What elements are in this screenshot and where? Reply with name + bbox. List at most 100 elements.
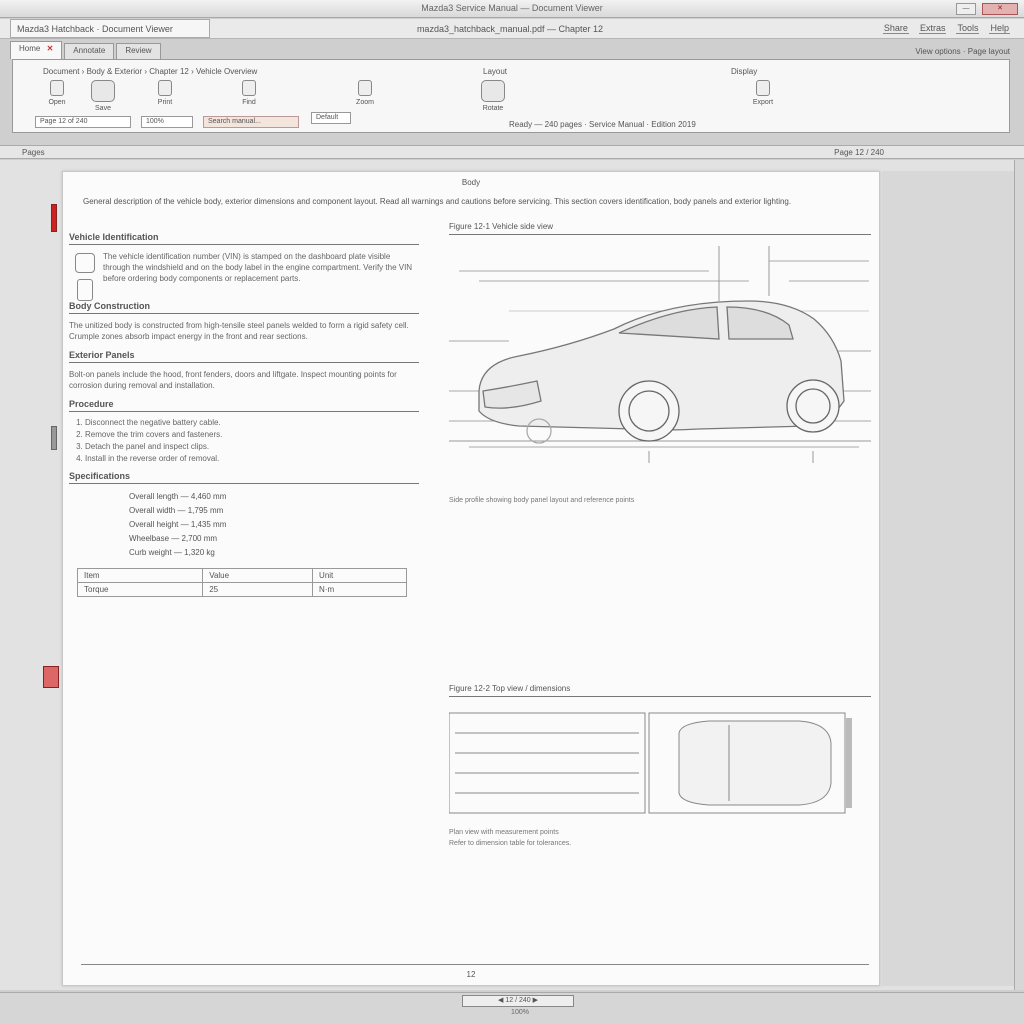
section-text: The vehicle identification number (VIN) … xyxy=(103,252,413,283)
ribbon: Document › Body & Exterior › Chapter 12 … xyxy=(12,59,1010,133)
section-marker xyxy=(51,204,57,232)
export-label: Export xyxy=(752,99,774,106)
app-label[interactable]: Mazda3 Hatchback · Document Viewer xyxy=(10,19,210,38)
spec-key: Wheelbase xyxy=(129,534,170,543)
tab-home[interactable]: Home ✕ xyxy=(10,41,63,59)
spec-key: Overall height xyxy=(129,520,179,529)
specs-title: Specifications xyxy=(69,471,419,484)
bottom-bar: ◀ 12 / 240 ▶ 100% xyxy=(0,992,1024,1024)
document-name: mazda3_hatchback_manual.pdf — Chapter 12 xyxy=(416,24,604,34)
footer-rule xyxy=(81,964,869,965)
figure-caption: Side profile showing body panel layout a… xyxy=(449,497,635,504)
window-title: Mazda3 Service Manual — Document Viewer xyxy=(421,3,603,13)
table-cell: N·m xyxy=(312,582,407,597)
open-label: Open xyxy=(48,99,66,106)
spec-value: 2,700 mm xyxy=(181,534,218,543)
spec-key: Overall length xyxy=(129,492,179,501)
specs-list: Overall length — 4,460 mm Overall width … xyxy=(129,490,419,560)
close-icon[interactable]: ✕ xyxy=(47,44,54,53)
tab-label: Home xyxy=(19,44,41,53)
list-item: Detach the panel and inspect clips. xyxy=(85,442,419,451)
export-icon xyxy=(756,80,770,96)
spec-key: Overall width xyxy=(129,506,176,515)
spec-row: Curb weight — 1,320 kg xyxy=(129,548,215,557)
ribbon-info: View options · Page layout xyxy=(915,47,1010,56)
spec-value: 4,460 mm xyxy=(190,492,227,501)
table-cell: 25 xyxy=(202,582,314,597)
zoom-button[interactable]: Zoom xyxy=(343,80,387,106)
vertical-scrollbar[interactable] xyxy=(1014,160,1024,990)
spec-value: 1,320 kg xyxy=(184,548,215,557)
id-block: The vehicle identification number (VIN) … xyxy=(69,251,419,301)
table-cell: Value xyxy=(202,568,314,583)
tab-label: Review xyxy=(125,46,152,55)
search-input[interactable]: Search manual... xyxy=(203,116,299,128)
open-button[interactable]: Open xyxy=(35,80,79,106)
rotate-label: Rotate xyxy=(482,105,504,112)
menu-item-extras[interactable]: Extras xyxy=(918,23,947,34)
page-field[interactable]: Page 12 of 240 xyxy=(35,116,131,128)
document-area[interactable]: Body General description of the vehicle … xyxy=(0,160,1024,990)
search-icon xyxy=(242,80,256,96)
spec-key: Curb weight xyxy=(129,548,172,557)
ribbon-status: Ready — 240 pages · Service Manual · Edi… xyxy=(509,120,696,129)
spec-value: 1,795 mm xyxy=(187,506,224,515)
list-item: Remove the trim covers and fasteners. xyxy=(85,430,419,439)
spec-row: Overall width — 1,795 mm xyxy=(129,506,224,515)
menu-item-help[interactable]: Help xyxy=(989,23,1010,34)
table-cell: Torque xyxy=(76,582,204,597)
table-cell: Unit xyxy=(312,568,407,583)
folder-icon xyxy=(50,80,64,96)
printer-icon xyxy=(158,80,172,96)
table-row: Item Value Unit xyxy=(76,568,407,583)
section-title: Body Construction xyxy=(69,301,419,314)
section-marker xyxy=(43,666,59,688)
page-number: 12 xyxy=(466,970,476,979)
menu-item-tools[interactable]: Tools xyxy=(956,23,980,34)
print-button[interactable]: Print xyxy=(143,80,187,106)
menu-bar: Mazda3 Hatchback · Document Viewer mazda… xyxy=(0,19,1024,39)
tab-annotate[interactable]: Annotate xyxy=(64,43,115,59)
vin-plate-icon xyxy=(75,253,95,273)
section-marker xyxy=(51,426,57,450)
tab-label: Annotate xyxy=(73,46,106,55)
status-strip: Pages Page 12 / 240 xyxy=(0,145,1024,159)
menu-item-share[interactable]: Share xyxy=(882,23,909,34)
table-cell: Item xyxy=(76,568,204,583)
spec-table: Item Value Unit Torque 25 N·m xyxy=(76,568,407,597)
group-label-display: Display xyxy=(731,67,758,76)
section-text: Bolt-on panels include the hood, front f… xyxy=(69,370,397,390)
section-title: Procedure xyxy=(69,399,419,412)
close-button[interactable]: ✕ xyxy=(982,3,1018,15)
page-indicator: Page 12 / 240 xyxy=(834,148,884,157)
zoom-label: Zoom xyxy=(356,99,374,106)
label-icon xyxy=(77,279,93,301)
zoom-field[interactable]: 100% xyxy=(141,116,193,128)
page-navigator[interactable]: ◀ 12 / 240 ▶ xyxy=(462,995,574,1007)
spec-row: Wheelbase — 2,700 mm xyxy=(129,534,218,543)
menu-items: Share Extras Tools Help xyxy=(882,23,1010,34)
spec-value: 1,435 mm xyxy=(190,520,227,529)
minimize-button[interactable]: — xyxy=(956,3,976,15)
section-title: Vehicle Identification xyxy=(69,232,419,245)
list-item: Disconnect the negative battery cable. xyxy=(85,418,419,427)
table-row: Torque 25 N·m xyxy=(76,582,407,597)
save-label: Save xyxy=(95,105,111,112)
tab-review[interactable]: Review xyxy=(116,43,161,59)
save-button[interactable]: Save xyxy=(81,80,125,112)
zoom-level[interactable]: 100% xyxy=(470,1009,570,1016)
find-button[interactable]: Find xyxy=(227,80,271,106)
rotate-button[interactable]: Rotate xyxy=(471,80,515,112)
rotate-icon xyxy=(481,80,505,102)
figure-title: Figure 12-2 Top view / dimensions xyxy=(449,684,871,697)
car-side-view-figure xyxy=(449,246,871,463)
export-button[interactable]: Export xyxy=(741,80,785,106)
find-label: Find xyxy=(242,99,256,106)
ribbon-tabs: Home ✕ Annotate Review View options · Pa… xyxy=(10,41,1010,59)
figure-title: Figure 12-1 Vehicle side view xyxy=(449,222,871,235)
font-field[interactable]: Default xyxy=(311,112,351,124)
print-label: Print xyxy=(157,99,173,106)
spec-row: Overall height — 1,435 mm xyxy=(129,520,227,529)
car-top-view-diagram xyxy=(448,712,852,814)
